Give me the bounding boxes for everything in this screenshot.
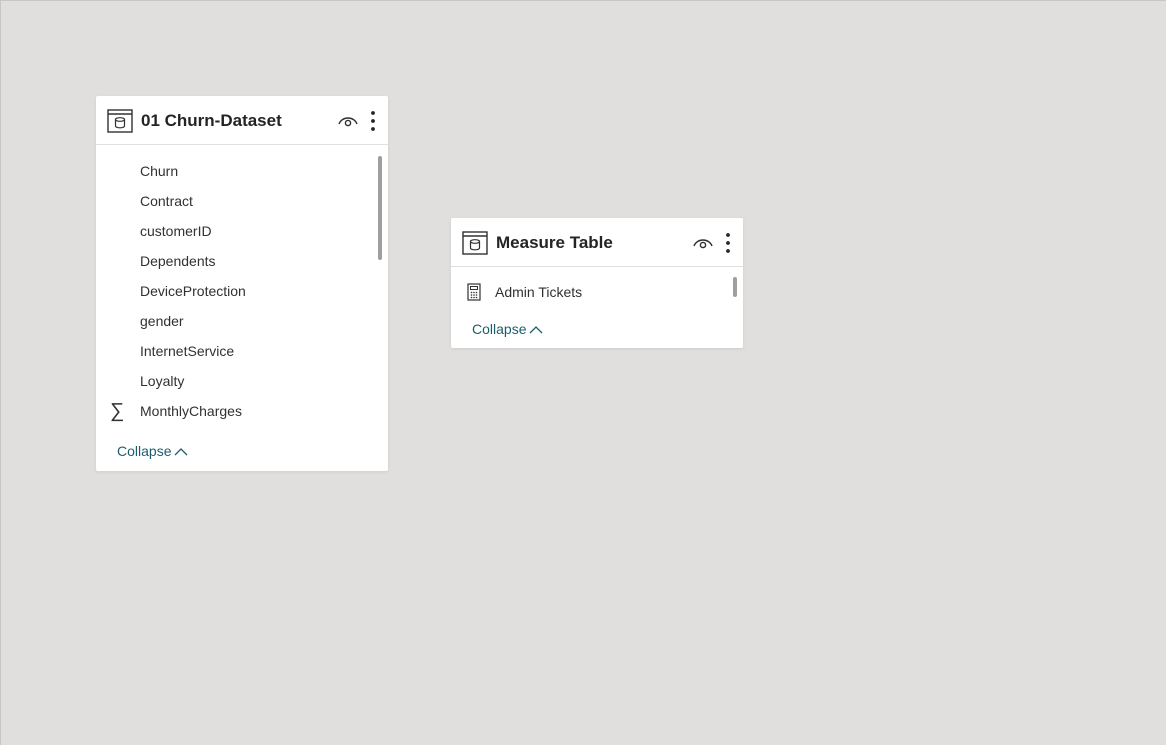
chevron-up-icon [175,448,188,456]
field-label: InternetService [140,343,235,359]
collapse-button[interactable]: Collapse [117,443,188,459]
more-options-icon[interactable] [724,232,732,254]
scrollbar-thumb[interactable] [733,277,737,297]
table-card-measure-table[interactable]: Measure Table Admin Tickets Collapse [451,218,743,348]
field-label: Churn [140,163,179,179]
calculator-icon [467,283,481,301]
collapse-label: Collapse [472,321,527,337]
field-label: DeviceProtection [140,283,246,299]
field-label: Admin Tickets [495,284,583,300]
collapse-label: Collapse [117,443,172,459]
sigma-icon: ∑ [110,400,125,422]
field-label: Contract [140,193,193,209]
eye-icon[interactable] [692,234,714,250]
table-card-churn-dataset[interactable]: 01 Churn-Dataset Churn Contract customer… [96,96,388,471]
eye-icon[interactable] [337,112,359,128]
scrollbar-thumb[interactable] [378,156,382,260]
table-icon [462,231,488,255]
field-label: gender [140,313,184,329]
table-icon [107,109,133,133]
more-options-icon[interactable] [369,110,377,132]
collapse-button[interactable]: Collapse [472,321,543,337]
field-label: customerID [140,223,212,239]
table-card-header[interactable]: 01 Churn-Dataset [96,96,388,145]
table-title: Measure Table [496,233,613,252]
field-label: MonthlyCharges [140,403,242,419]
chevron-up-icon [530,326,543,334]
field-label: Loyalty [140,373,185,389]
table-card-header[interactable]: Measure Table [451,218,743,267]
table-title: 01 Churn-Dataset [141,111,282,130]
model-view-canvas[interactable]: 01 Churn-Dataset Churn Contract customer… [0,0,1166,745]
field-label: Dependents [140,253,216,269]
